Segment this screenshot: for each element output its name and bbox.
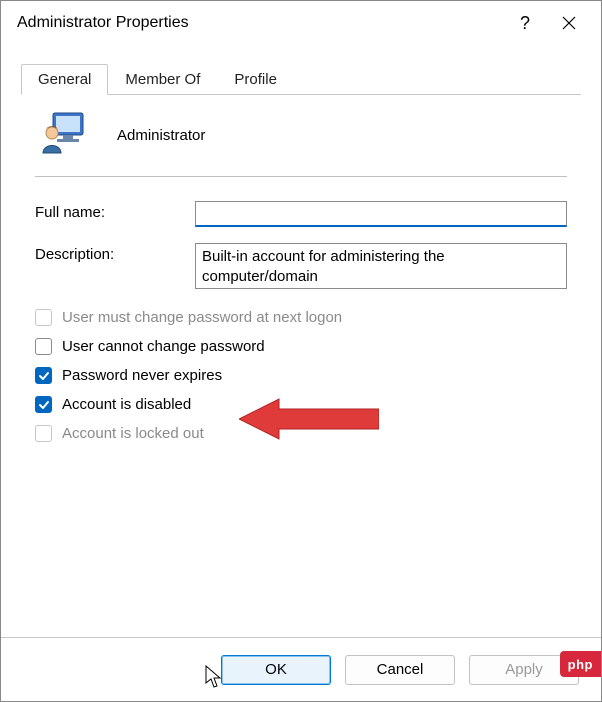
check-label: User cannot change password <box>62 338 265 355</box>
properties-dialog: Administrator Properties ? General Membe… <box>0 0 602 702</box>
checkbox-icon <box>35 396 52 413</box>
options-group: User must change password at next logon … <box>35 309 567 442</box>
full-name-label: Full name: <box>35 201 195 221</box>
description-input[interactable]: Built-in account for administering the c… <box>195 243 567 289</box>
ok-button[interactable]: OK <box>221 655 331 685</box>
dialog-footer: OK Cancel Apply <box>1 637 601 701</box>
full-name-row: Full name: <box>35 201 567 227</box>
check-label: User must change password at next logon <box>62 309 342 326</box>
description-label: Description: <box>35 243 195 263</box>
tab-profile[interactable]: Profile <box>217 64 294 95</box>
check-account-disabled[interactable]: Account is disabled <box>35 396 567 413</box>
check-label: Account is disabled <box>62 396 191 413</box>
cancel-button[interactable]: Cancel <box>345 655 455 685</box>
user-avatar-icon <box>41 111 89 160</box>
titlebar: Administrator Properties ? <box>1 1 601 45</box>
close-icon <box>562 16 576 30</box>
checkbox-icon <box>35 338 52 355</box>
watermark-badge: php <box>560 651 601 677</box>
check-cannot-change-password[interactable]: User cannot change password <box>35 338 567 355</box>
close-button[interactable] <box>547 1 591 45</box>
full-name-input[interactable] <box>195 201 567 227</box>
tab-strip: General Member Of Profile <box>21 63 581 95</box>
identity-block: Administrator <box>35 109 567 177</box>
checkbox-icon <box>35 425 52 442</box>
help-button[interactable]: ? <box>503 1 547 45</box>
description-row: Description: Built-in account for admini… <box>35 243 567 289</box>
check-label: Account is locked out <box>62 425 204 442</box>
window-title: Administrator Properties <box>17 14 503 32</box>
checkbox-icon <box>35 309 52 326</box>
tab-general[interactable]: General <box>21 64 108 95</box>
check-password-never-expires[interactable]: Password never expires <box>35 367 567 384</box>
checkbox-icon <box>35 367 52 384</box>
general-panel: Administrator Full name: Description: Bu… <box>1 95 601 637</box>
tab-member-of[interactable]: Member Of <box>108 64 217 95</box>
check-account-locked-out: Account is locked out <box>35 425 567 442</box>
check-must-change-password: User must change password at next logon <box>35 309 567 326</box>
account-display-name: Administrator <box>117 127 205 144</box>
check-label: Password never expires <box>62 367 222 384</box>
